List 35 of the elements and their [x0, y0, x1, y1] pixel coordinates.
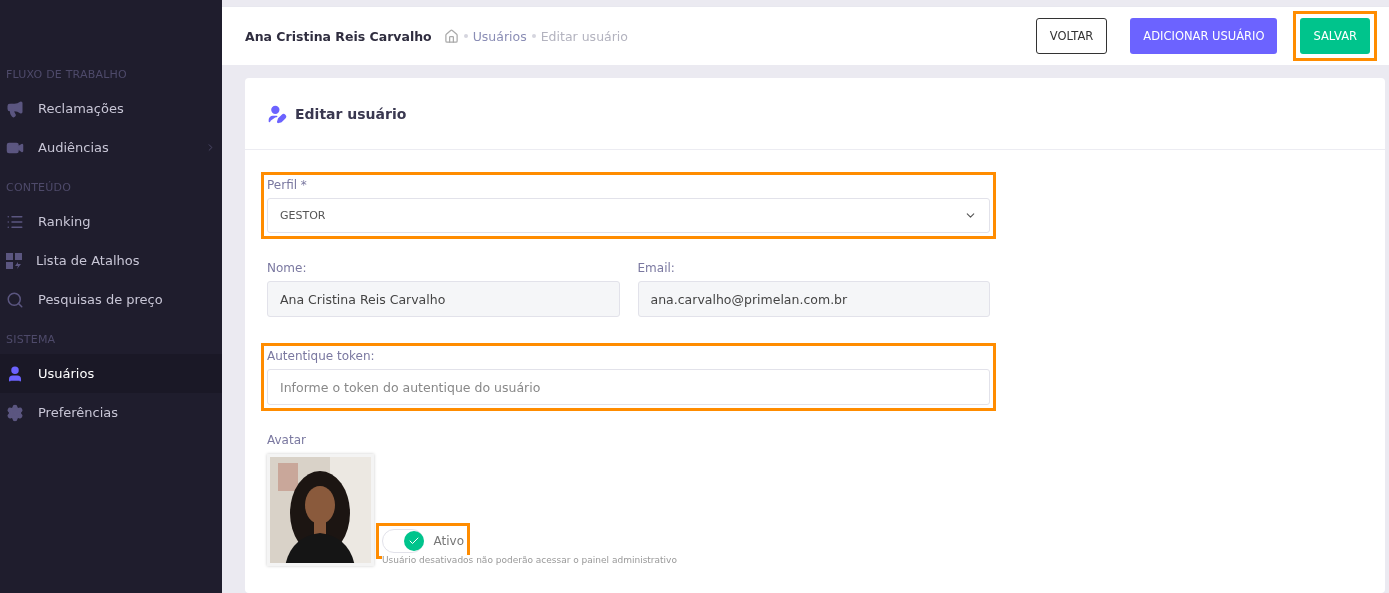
back-button[interactable]: VOLTAR — [1035, 18, 1108, 54]
sidebar-item[interactable]: Audiências — [0, 128, 222, 167]
user-edit-icon — [267, 103, 287, 124]
active-toggle[interactable] — [382, 529, 424, 553]
sidebar-item[interactable]: Ranking — [0, 202, 222, 241]
sidebar-item[interactable]: Preferências — [0, 393, 222, 432]
card-title: Editar usuário — [295, 105, 407, 122]
section-title: SISTEMA — [5, 332, 57, 348]
field-label: Nome: — [267, 261, 308, 275]
token-field[interactable]: Informe o token do autentique do usuário — [267, 369, 990, 405]
sidebar-item[interactable]: Lista de Atalhos — [0, 241, 222, 280]
field-label: Email: — [637, 261, 676, 275]
hint-text: Usuário desativados não poderão acessar o painel administrativo — [382, 555, 677, 566]
home-icon[interactable] — [443, 28, 459, 44]
user-icon — [6, 364, 24, 383]
field-label: Avatar — [267, 433, 306, 447]
grid-icon — [6, 252, 22, 269]
add-user-button[interactable]: ADICIONAR USUÁRIO — [1130, 18, 1278, 54]
sidebar-item[interactable]: Usuários — [0, 354, 222, 393]
toggle-label: Ativo — [433, 534, 464, 548]
search-icon — [6, 290, 24, 309]
megaphone-icon — [6, 99, 24, 118]
field-label: Autentique token: — [267, 349, 376, 363]
settings-icon — [6, 403, 24, 422]
sidebar-item[interactable]: Pesquisas de preço — [0, 280, 222, 319]
section-title: FLUXO DE TRABALHO — [5, 67, 128, 83]
section-title: CONTEÚDO — [5, 180, 73, 196]
check-icon — [408, 535, 420, 547]
field-label: Perfil * — [267, 178, 308, 192]
name-field[interactable]: Ana Cristina Reis Carvalho — [267, 281, 620, 317]
email-field[interactable]: ana.carvalho@primelan.com.br — [637, 281, 990, 317]
page-title: Ana Cristina Reis Carvalho — [245, 28, 432, 44]
profile-select[interactable]: GESTOR — [267, 198, 990, 233]
breadcrumb-current: Editar usuário — [540, 28, 628, 44]
sidebar-item[interactable]: Reclamações — [0, 89, 222, 128]
